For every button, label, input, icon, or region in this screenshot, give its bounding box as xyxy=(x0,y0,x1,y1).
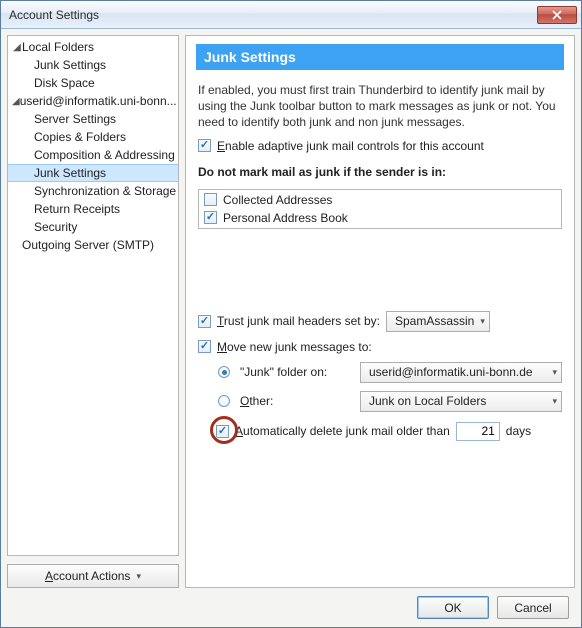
autodelete-checkbox[interactable] xyxy=(216,425,229,438)
description-text: If enabled, you must first train Thunder… xyxy=(198,82,562,131)
tree-item-label: Security xyxy=(34,220,77,234)
body: ◢ Local Folders Junk Settings Disk Space… xyxy=(7,35,575,588)
dest-other-label: Other: xyxy=(240,394,350,408)
whitelist-checkbox[interactable] xyxy=(204,193,217,206)
chevron-down-icon: ▾ xyxy=(480,316,485,327)
tree-item-sync-storage[interactable]: Synchronization & Storage xyxy=(8,182,178,200)
whitelist-item-personal[interactable]: Personal Address Book xyxy=(204,211,556,225)
trust-headers-checkbox[interactable] xyxy=(198,315,211,328)
enable-adaptive-checkbox[interactable] xyxy=(198,139,211,152)
tree-item-outgoing-smtp[interactable]: Outgoing Server (SMTP) xyxy=(8,236,178,254)
move-junk-checkbox[interactable] xyxy=(198,340,211,353)
tree-item-label: Outgoing Server (SMTP) xyxy=(22,238,154,252)
tree-item-label: Composition & Addressing xyxy=(34,148,175,162)
tree-item-label: Copies & Folders xyxy=(34,130,126,144)
tree-item-local-folders[interactable]: ◢ Local Folders xyxy=(8,38,178,56)
tree-item-account[interactable]: ◢ userid@informatik.uni-bonn... xyxy=(8,92,178,110)
whitelist-label: Personal Address Book xyxy=(223,211,348,225)
whitelist-listbox[interactable]: Collected Addresses Personal Address Boo… xyxy=(198,189,562,229)
combo-value: SpamAssassin xyxy=(395,314,474,328)
tree-item-security[interactable]: Security xyxy=(8,218,178,236)
autodelete-days-suffix: days xyxy=(506,424,531,438)
tree-item-disk-space[interactable]: Disk Space xyxy=(8,74,178,92)
tree-item-label: Disk Space xyxy=(34,76,95,90)
autodelete-label: Automatically delete junk mail older tha… xyxy=(235,424,450,438)
tree-item-return-receipts[interactable]: Return Receipts xyxy=(8,200,178,218)
tree-item-label: Junk Settings xyxy=(34,58,106,72)
tree-item-junk-settings[interactable]: Junk Settings xyxy=(8,164,178,182)
tree-item-label: userid@informatik.uni-bonn... xyxy=(20,94,177,108)
dialog-footer: OK Cancel xyxy=(7,588,575,621)
trust-headers-row[interactable]: Trust junk mail headers set by: SpamAssa… xyxy=(198,311,562,332)
button-label: OK xyxy=(444,601,461,615)
tree-item-label: Local Folders xyxy=(22,40,94,54)
whitelist-checkbox[interactable] xyxy=(204,211,217,224)
window-title: Account Settings xyxy=(9,8,537,22)
button-label: Cancel xyxy=(514,601,551,615)
combo-value: Junk on Local Folders xyxy=(369,394,486,408)
dest-junk-row[interactable]: "Junk" folder on: userid@informatik.uni-… xyxy=(218,362,562,383)
trust-headers-combo[interactable]: SpamAssassin ▾ xyxy=(386,311,490,332)
client-area: ◢ Local Folders Junk Settings Disk Space… xyxy=(1,29,581,627)
trust-headers-label: Trust junk mail headers set by: xyxy=(217,314,380,328)
tree-item-label: Server Settings xyxy=(34,112,116,126)
account-actions-label: Account Actions xyxy=(45,569,130,583)
whitelist-item-collected[interactable]: Collected Addresses xyxy=(204,193,556,207)
tree-item-label: Junk Settings xyxy=(34,166,106,180)
tree-item-junk-settings-local[interactable]: Junk Settings xyxy=(8,56,178,74)
tree-item-server-settings[interactable]: Server Settings xyxy=(8,110,178,128)
enable-adaptive-label: Enable adaptive junk mail controls for t… xyxy=(217,139,484,153)
content-panel: Junk Settings If enabled, you must first… xyxy=(185,35,575,588)
chevron-down-icon: ▾ xyxy=(136,571,141,582)
twisty-icon: ◢ xyxy=(12,96,20,107)
dest-other-radio[interactable] xyxy=(218,395,230,407)
section-gap xyxy=(198,247,562,303)
ok-button[interactable]: OK xyxy=(417,596,489,619)
close-icon xyxy=(552,10,562,20)
autodelete-row[interactable]: Automatically delete junk mail older tha… xyxy=(214,420,562,443)
titlebar: Account Settings xyxy=(1,1,581,29)
chevron-down-icon: ▾ xyxy=(552,396,557,407)
whitelist-label: Collected Addresses xyxy=(223,193,332,207)
account-actions-button[interactable]: Account Actions ▾ xyxy=(7,564,179,588)
tree-item-label: Synchronization & Storage xyxy=(34,184,176,198)
account-settings-window: Account Settings ◢ Local Folders Junk Se… xyxy=(0,0,582,628)
account-tree[interactable]: ◢ Local Folders Junk Settings Disk Space… xyxy=(7,35,179,556)
dest-other-combo[interactable]: Junk on Local Folders ▾ xyxy=(360,391,562,412)
dest-junk-combo[interactable]: userid@informatik.uni-bonn.de ▾ xyxy=(360,362,562,383)
move-junk-label: Move new junk messages to: xyxy=(217,340,372,354)
dest-junk-radio[interactable] xyxy=(218,366,230,378)
tree-item-copies-folders[interactable]: Copies & Folders xyxy=(8,128,178,146)
tree-item-composition-addressing[interactable]: Composition & Addressing xyxy=(8,146,178,164)
tree-item-label: Return Receipts xyxy=(34,202,120,216)
move-junk-row[interactable]: Move new junk messages to: xyxy=(198,340,562,354)
cancel-button[interactable]: Cancel xyxy=(497,596,569,619)
whitelist-heading: Do not mark mail as junk if the sender i… xyxy=(198,165,562,179)
combo-value: userid@informatik.uni-bonn.de xyxy=(369,365,533,379)
twisty-icon: ◢ xyxy=(12,42,22,53)
autodelete-days-input[interactable] xyxy=(456,422,500,441)
chevron-down-icon: ▾ xyxy=(552,367,557,378)
close-button[interactable] xyxy=(537,6,577,24)
enable-adaptive-row[interactable]: Enable adaptive junk mail controls for t… xyxy=(198,139,562,153)
page-title: Junk Settings xyxy=(196,44,564,70)
sidebar: ◢ Local Folders Junk Settings Disk Space… xyxy=(7,35,179,588)
dest-other-row[interactable]: Other: Junk on Local Folders ▾ xyxy=(218,391,562,412)
dest-junk-label: "Junk" folder on: xyxy=(240,365,350,379)
